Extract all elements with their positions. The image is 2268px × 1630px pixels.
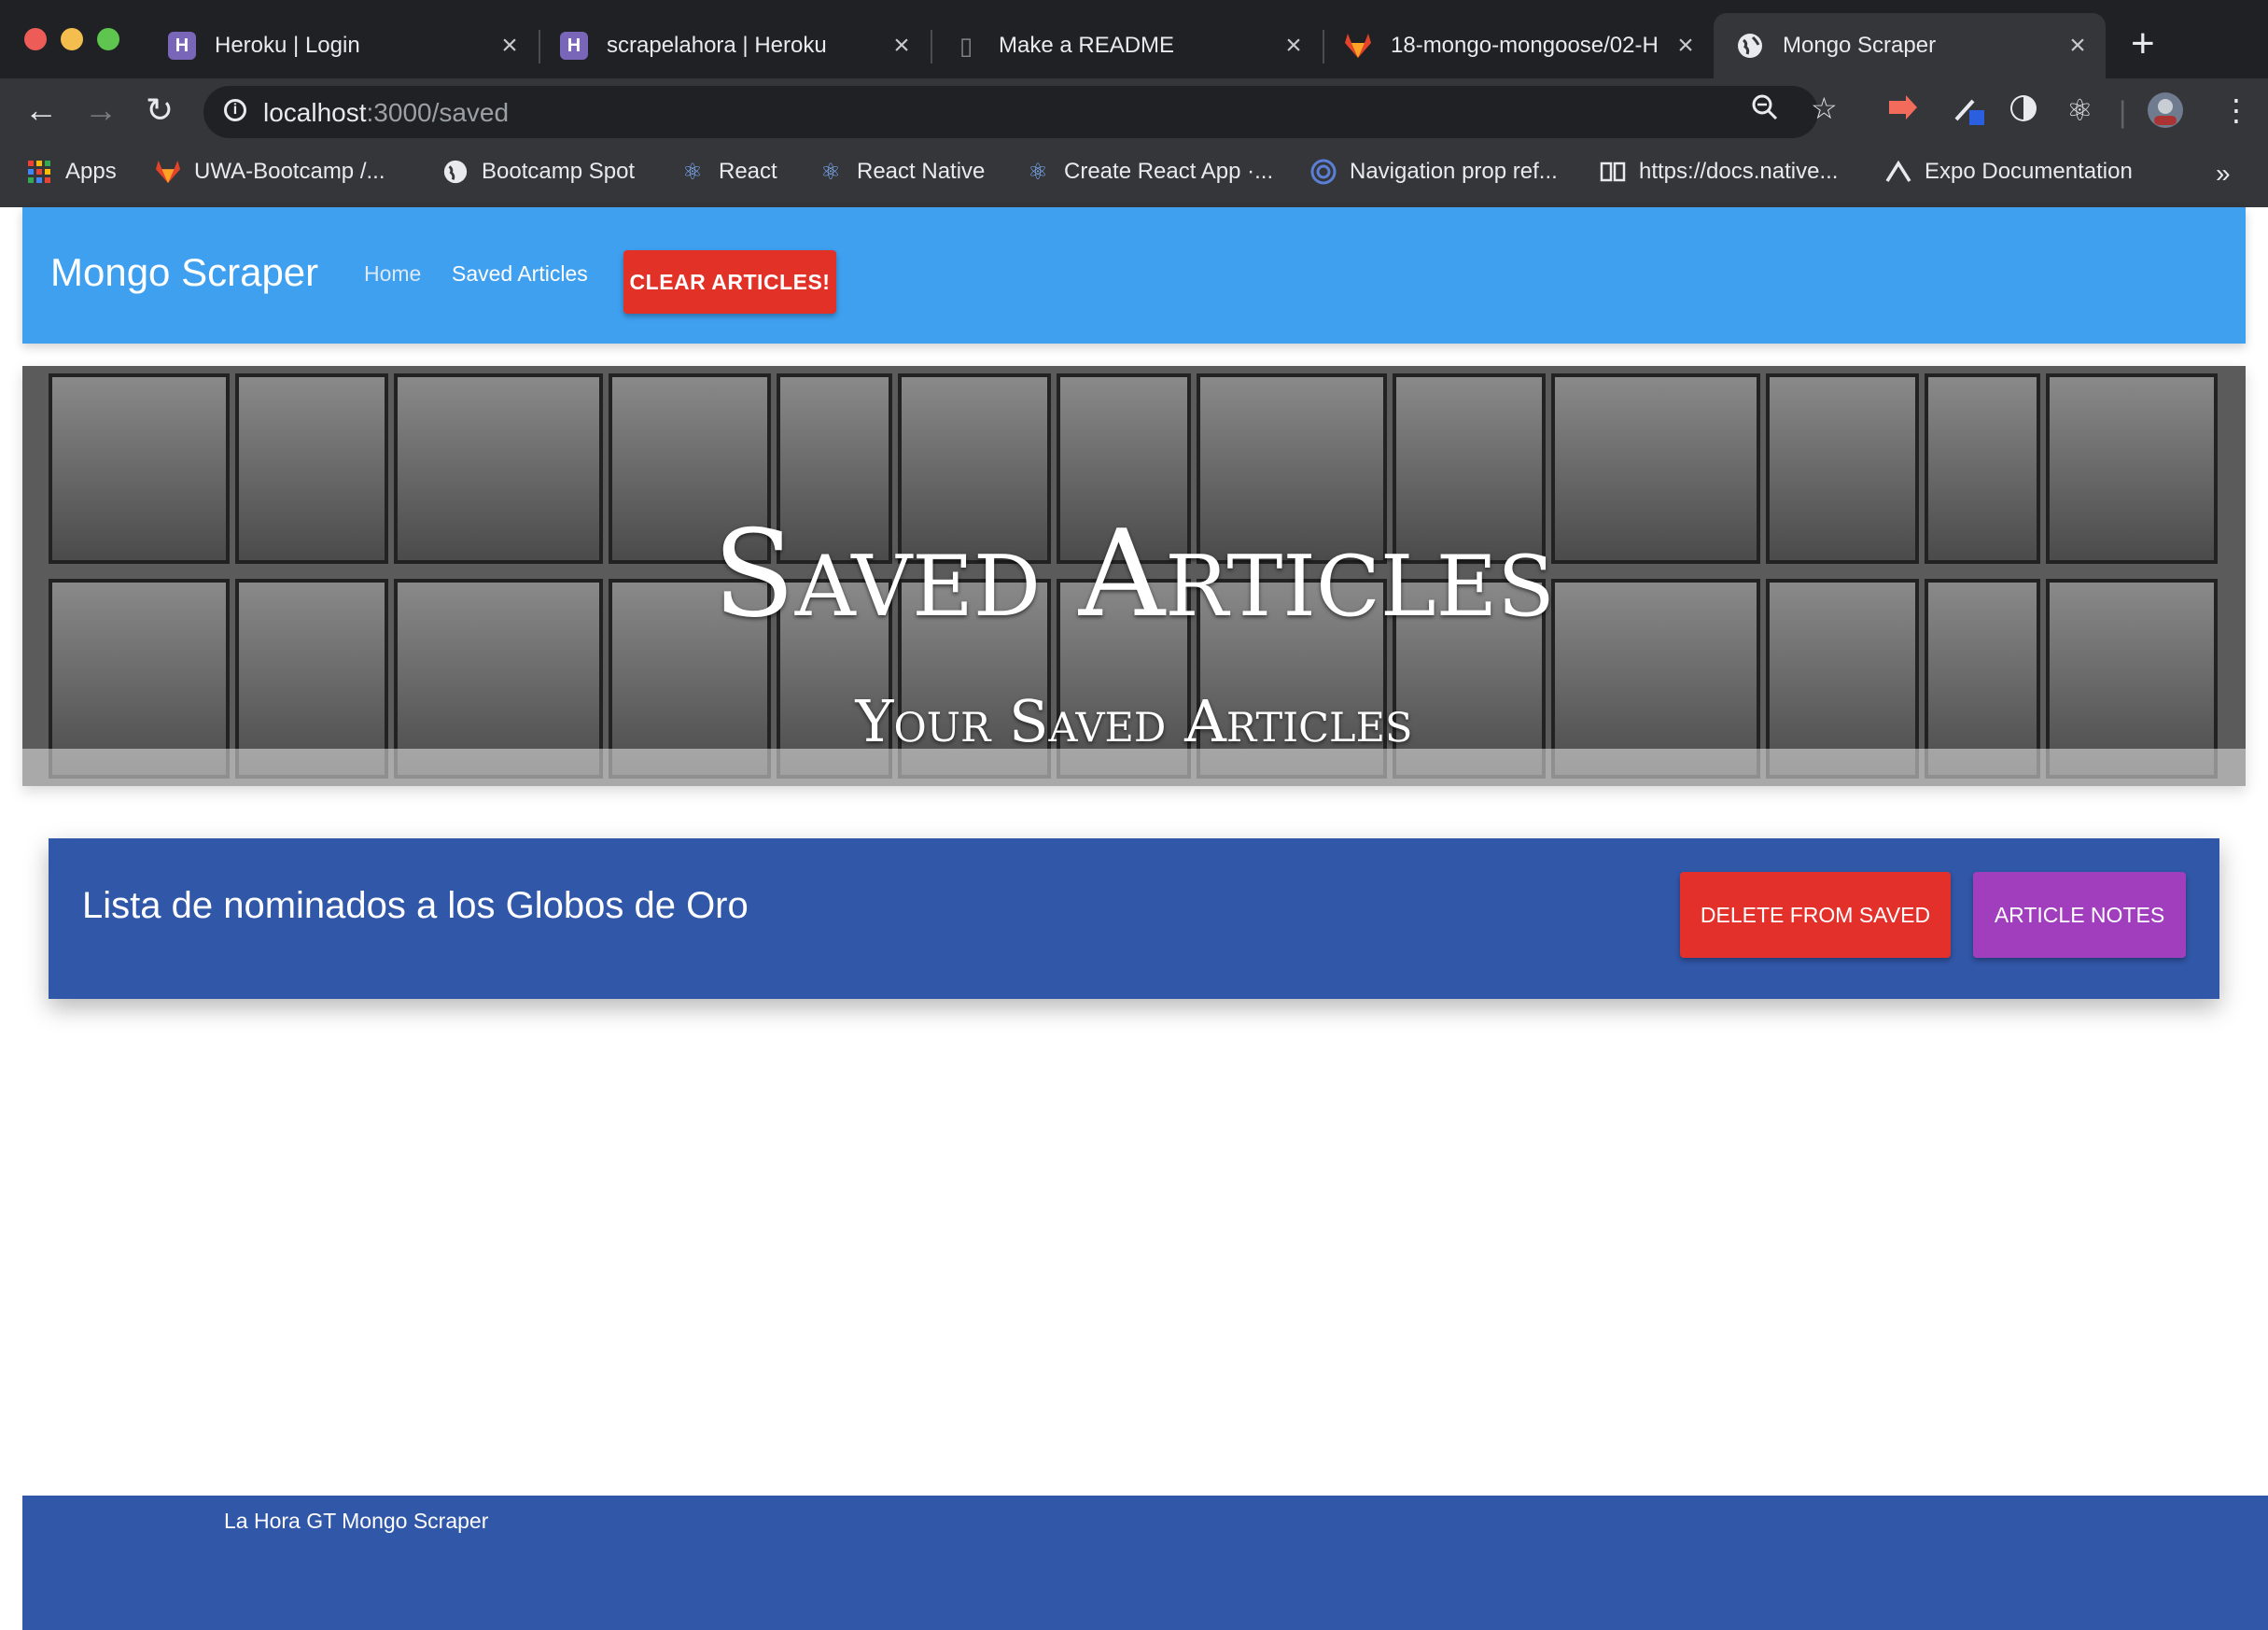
heroku-icon: H [168,32,196,60]
delete-from-saved-button[interactable]: DELETE FROM SAVED [1680,872,1951,958]
browser-menu-icon[interactable]: ⋮ [2221,93,2251,127]
tab-title: Mongo Scraper [1783,33,1937,58]
react-icon: ⚛ [820,159,841,185]
close-tab-icon[interactable]: × [491,30,528,62]
bookmark-navigation-prop[interactable]: Navigation prop ref... [1310,159,1558,185]
new-tab-button[interactable]: + [2131,21,2155,67]
site-navbar: Mongo Scraper Home Saved Articles CLEAR … [22,207,2246,344]
browser-tab-scrapelahora[interactable]: H scrapelahora | Heroku × [538,13,930,78]
bookmark-bootcamp-spot[interactable]: Bootcamp Spot [442,159,635,185]
browser-tab-mongo-scraper[interactable]: Mongo Scraper × [1714,13,2106,78]
browser-tab-mongo-mongoose[interactable]: 18-mongo-mongoose/02-H × [1322,13,1714,78]
book-icon [1600,159,1626,185]
address-bar[interactable]: i localhost:3000/saved ☆ [203,86,1838,138]
hero-banner: Saved Articles Your Saved Articles [22,366,2246,786]
maximize-window-button[interactable] [97,28,119,50]
page-footer: La Hora GT Mongo Scraper [22,1496,2268,1630]
extension-arrow-icon[interactable] [1887,93,1919,128]
browser-tab-make-readme[interactable]: ▯ Make a README × [930,13,1322,78]
bookmark-create-react-app[interactable]: ⚛ Create React App ·... [1025,159,1273,185]
bookmarks-bar: Apps UWA-Bootcamp /... Bootcamp Spot ⚛ R… [0,146,2268,208]
tab-title: Make a README [999,33,1175,58]
browser-tab-heroku-login[interactable]: H Heroku | Login × [146,13,538,78]
apps-grid-icon [26,159,52,185]
bookmark-expo-documentation[interactable]: Expo Documentation [1885,159,2133,185]
globe-icon [442,159,469,185]
nav-link-home[interactable]: Home [364,261,421,287]
bookmark-label: UWA-Bootcamp /... [194,159,385,184]
back-arrow-icon[interactable]: ← [24,91,58,129]
zoom-icon[interactable] [1751,93,1779,128]
url-text[interactable]: localhost:3000/saved [263,98,509,128]
expo-icon [1885,159,1911,185]
bookmark-label: React Native [857,159,986,184]
heroku-icon: H [560,32,588,60]
footer-text: La Hora GT Mongo Scraper [224,1509,489,1533]
bookmark-label: Expo Documentation [1925,159,2133,184]
article-notes-button[interactable]: ARTICLE NOTES [1973,872,2186,958]
saved-article-card: Lista de nominados a los Globos de Oro D… [49,838,2219,999]
page-content: Mongo Scraper Home Saved Articles CLEAR … [0,207,2268,1630]
brand-logo[interactable]: Mongo Scraper [50,250,318,295]
page-subtitle: Your Saved Articles [855,687,1413,755]
forward-arrow-icon[interactable]: → [84,91,118,129]
bookmarks-overflow-icon[interactable]: » [2216,159,2231,189]
extension-eyedropper-icon[interactable] [1951,93,1988,133]
bookmark-docs-native[interactable]: https://docs.native... [1600,159,1838,185]
page-title: Saved Articles [713,505,1555,644]
url-path: :3000/saved [366,98,510,127]
react-icon: ⚛ [1028,159,1048,185]
bookmark-label: https://docs.native... [1639,159,1839,184]
close-tab-icon[interactable]: × [883,30,920,62]
bookmark-label: Bootcamp Spot [482,159,636,184]
minimize-window-button[interactable] [61,28,83,50]
nav-link-saved-articles[interactable]: Saved Articles [452,261,588,287]
bookmark-star-icon[interactable]: ☆ [1811,91,1838,125]
close-window-button[interactable] [24,28,47,50]
bookmark-label: Create React App ·... [1064,159,1274,184]
reload-icon[interactable]: ↻ [146,91,174,129]
extension-react-devtools-icon[interactable]: ⚛ [2066,93,2093,127]
globe-icon [1736,32,1764,60]
extension-dark-mode-icon[interactable] [2009,93,2038,130]
document-icon: ▯ [959,31,973,60]
toolbar-divider: | [2119,95,2127,129]
bookmark-label: Navigation prop ref... [1350,159,1558,184]
article-title[interactable]: Lista de nominados a los Globos de Oro [82,885,749,927]
bookmark-label: React [719,159,777,184]
close-tab-icon[interactable]: × [2059,30,2096,62]
tab-title: Heroku | Login [215,33,360,58]
close-tab-icon[interactable]: × [1667,30,1704,62]
bookmark-uwa-bootcamp[interactable]: UWA-Bootcamp /... [155,159,385,185]
url-host: localhost [263,98,367,127]
bookmark-react-native[interactable]: ⚛ React Native [818,159,985,185]
avatar[interactable] [2147,91,2184,135]
browser-toolbar: ← → ↻ i localhost:3000/saved ☆ ⚛ | ⋮ [0,78,2268,146]
close-tab-icon[interactable]: × [1275,30,1312,62]
bookmark-apps[interactable]: Apps [26,159,117,185]
react-icon: ⚛ [682,159,703,185]
bookmark-react[interactable]: ⚛ React [679,159,777,185]
tab-title: scrapelahora | Heroku [607,33,827,58]
bookmark-label: Apps [65,159,117,184]
gitlab-icon [155,159,181,185]
clear-articles-button[interactable]: CLEAR ARTICLES! [623,250,836,314]
site-info-icon[interactable]: i [224,99,246,121]
browser-tab-strip: H Heroku | Login × H scrapelahora | Hero… [0,0,2268,78]
react-navigation-icon [1310,159,1337,185]
gitlab-icon [1344,32,1372,60]
tab-title: 18-mongo-mongoose/02-H [1391,33,1659,58]
